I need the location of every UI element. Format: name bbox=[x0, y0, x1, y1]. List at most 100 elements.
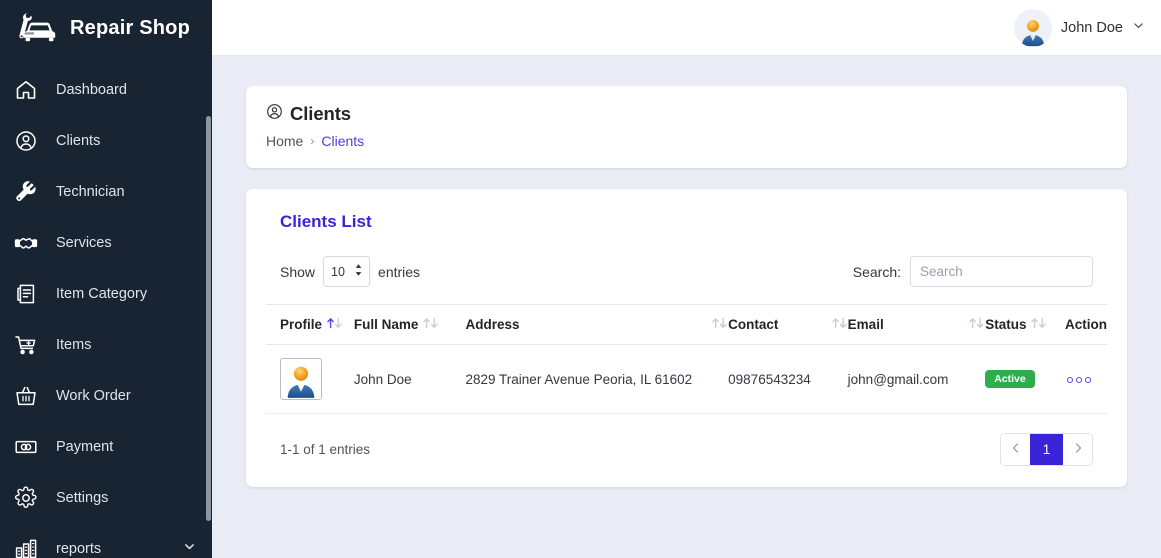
page-title-row: Clients bbox=[266, 103, 1107, 125]
user-circle-icon bbox=[14, 129, 38, 153]
search-label: Search: bbox=[852, 263, 901, 280]
column-header-action: Action bbox=[1065, 304, 1107, 345]
sort-icon[interactable] bbox=[1030, 316, 1047, 333]
cell-status: Active bbox=[985, 344, 1065, 414]
cell-profile bbox=[266, 344, 354, 414]
chevron-down-icon[interactable] bbox=[1132, 19, 1145, 37]
cell-address: 2829 Trainer Avenue Peoria, IL 61602 bbox=[465, 344, 729, 414]
sidebar-item-label: Items bbox=[56, 336, 92, 353]
wrench-icon bbox=[14, 180, 38, 204]
table-header-row: Profile Full Name Address Contact Email … bbox=[266, 304, 1107, 345]
sort-icon[interactable] bbox=[831, 316, 848, 333]
cell-email: john@gmail.com bbox=[847, 344, 986, 414]
sidebar-item-clients[interactable]: Clients bbox=[0, 115, 212, 166]
page-length-value: 10 bbox=[331, 264, 345, 279]
cell-action bbox=[1065, 344, 1107, 414]
basket-icon bbox=[14, 384, 38, 408]
clients-list-card: Clients List Show 10 entries Search: Sea… bbox=[246, 189, 1127, 487]
cell-full-name: John Doe bbox=[353, 344, 466, 414]
money-icon bbox=[14, 435, 38, 459]
home-icon bbox=[14, 78, 38, 102]
spinner-arrows-icon bbox=[354, 263, 363, 280]
handshake-icon bbox=[14, 231, 38, 255]
sidebar-item-label: Technician bbox=[56, 183, 125, 200]
sidebar-scrollbar-thumb[interactable] bbox=[206, 116, 211, 521]
sidebar-item-label: Work Order bbox=[56, 387, 131, 404]
column-header-status[interactable]: Status bbox=[985, 304, 1065, 345]
sidebar-nav: Dashboard Clients Technician Services It… bbox=[0, 56, 212, 558]
gear-icon bbox=[14, 485, 38, 510]
sidebar-item-services[interactable]: Services bbox=[0, 217, 212, 268]
page-length-control: Show 10 entries bbox=[280, 256, 420, 287]
column-header-profile[interactable]: Profile bbox=[266, 304, 354, 345]
search-control: Search: bbox=[853, 256, 1093, 287]
sort-icon[interactable] bbox=[326, 316, 343, 333]
column-label: Contact bbox=[728, 317, 779, 332]
bar-chart-icon bbox=[14, 537, 38, 558]
column-label: Profile bbox=[280, 317, 323, 332]
sidebar-item-dashboard[interactable]: Dashboard bbox=[0, 64, 212, 115]
table-controls: Show 10 entries Search: bbox=[266, 256, 1107, 287]
clients-list-title: Clients List bbox=[280, 212, 372, 231]
cart-plus-icon bbox=[14, 333, 38, 357]
sidebar-scrollbar-track[interactable] bbox=[205, 56, 212, 558]
column-label: Email bbox=[847, 317, 884, 332]
page-title: Clients bbox=[290, 103, 351, 124]
user-avatar-icon bbox=[280, 358, 322, 400]
user-menu[interactable]: John Doe bbox=[1013, 8, 1145, 47]
sidebar-item-label: Payment bbox=[56, 438, 114, 455]
breadcrumb: Home › Clients bbox=[266, 133, 1107, 149]
pagination-page-1[interactable]: 1 bbox=[1030, 434, 1063, 465]
breadcrumb-separator: › bbox=[310, 134, 315, 148]
sidebar-item-item-category[interactable]: Item Category bbox=[0, 268, 212, 319]
status-badge: Active bbox=[985, 369, 1035, 389]
sidebar-item-payment[interactable]: Payment bbox=[0, 421, 212, 472]
entries-info: 1-1 of 1 entries bbox=[280, 442, 371, 457]
sidebar-item-work-order[interactable]: Work Order bbox=[0, 370, 212, 421]
show-label: Show bbox=[280, 263, 316, 280]
table-head: Profile Full Name Address Contact Email … bbox=[266, 304, 1107, 345]
brand-logo-area[interactable]: Repair Shop bbox=[0, 0, 212, 56]
pagination: 1 bbox=[1000, 433, 1093, 466]
chevron-right-icon bbox=[1072, 441, 1084, 459]
main-content: Clients Home › Clients Clients List Show… bbox=[212, 56, 1161, 558]
pagination-next-button[interactable] bbox=[1063, 434, 1092, 465]
sidebar-item-label: Item Category bbox=[56, 285, 148, 302]
sort-icon[interactable] bbox=[968, 316, 985, 333]
sidebar-item-label: Settings bbox=[56, 489, 109, 506]
page-length-select[interactable]: 10 bbox=[323, 256, 371, 287]
breadcrumb-home-link[interactable]: Home bbox=[266, 133, 303, 149]
column-header-email[interactable]: Email bbox=[847, 304, 986, 345]
sidebar-item-label: Dashboard bbox=[56, 81, 127, 98]
clients-table: Profile Full Name Address Contact Email … bbox=[266, 304, 1107, 414]
sidebar-item-reports[interactable]: reports bbox=[0, 523, 212, 558]
cell-contact: 09876543234 bbox=[728, 344, 848, 414]
breadcrumb-card: Clients Home › Clients bbox=[246, 86, 1127, 168]
entries-label: entries bbox=[378, 263, 421, 280]
search-input[interactable] bbox=[910, 256, 1093, 287]
sidebar: Repair Shop Dashboard Clients Technician… bbox=[0, 0, 212, 558]
user-avatar-icon bbox=[1013, 8, 1052, 47]
breadcrumb-current[interactable]: Clients bbox=[321, 133, 364, 149]
column-header-contact[interactable]: Contact bbox=[728, 304, 848, 345]
table-row[interactable]: John Doe 2829 Trainer Avenue Peoria, IL … bbox=[266, 344, 1107, 414]
column-label: Address bbox=[465, 317, 520, 332]
sidebar-item-technician[interactable]: Technician bbox=[0, 166, 212, 217]
three-dots-icon[interactable] bbox=[1065, 373, 1093, 387]
sidebar-item-settings[interactable]: Settings bbox=[0, 472, 212, 523]
sort-icon[interactable] bbox=[422, 316, 439, 333]
column-header-full-name[interactable]: Full Name bbox=[353, 304, 466, 345]
chevron-down-icon[interactable] bbox=[183, 540, 196, 558]
table-footer: 1-1 of 1 entries 1 bbox=[266, 414, 1107, 487]
top-header-bar: John Doe bbox=[212, 0, 1161, 56]
sidebar-item-label: Services bbox=[56, 234, 112, 251]
document-list-icon bbox=[14, 282, 38, 306]
pagination-prev-button[interactable] bbox=[1001, 434, 1030, 465]
column-label: Status bbox=[985, 317, 1027, 332]
sort-icon[interactable] bbox=[711, 316, 728, 333]
sidebar-item-items[interactable]: Items bbox=[0, 319, 212, 370]
chevron-left-icon bbox=[1010, 441, 1022, 459]
column-header-address[interactable]: Address bbox=[465, 304, 729, 345]
sidebar-item-label: reports bbox=[56, 540, 102, 557]
sidebar-item-label: Clients bbox=[56, 132, 101, 149]
